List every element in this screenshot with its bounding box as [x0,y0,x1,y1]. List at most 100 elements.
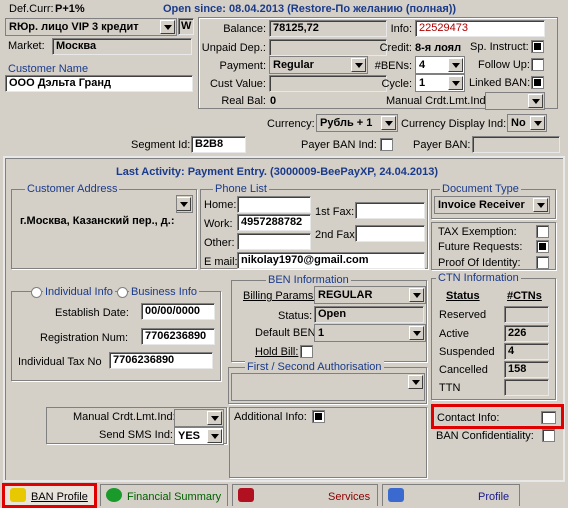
credit-label: Credit: [379,42,412,54]
send-sms-label: Send SMS Ind: [99,429,173,441]
customer-address-title: Customer Address [25,183,120,195]
payment-label: Payment: [219,60,266,72]
authorisation-title: First / Second Authorisation [245,361,384,373]
tab-services[interactable]: Services [232,484,378,506]
additional-info-button[interactable] [312,410,325,423]
default-ben-label: Default BEN [255,327,316,339]
fax2-label: 2nd Fax [315,229,355,241]
customer-name-label: Customer Name [8,63,89,75]
cust-value-label: Cust Value: [209,78,266,90]
ctn-info-title: CTN Information [436,272,521,284]
ctn-status-label: TTN [439,382,461,394]
document-type-title: Document Type [440,183,521,195]
linked-ban-checkbox[interactable] [531,76,544,89]
individual-tax-field[interactable]: 7706236890 [109,352,213,369]
address-dropdown[interactable] [176,195,193,213]
ctn-status-label: Suspended [439,346,495,358]
customer-name-field[interactable]: ООО Дэльта Гранд [5,75,193,92]
billing-params-select[interactable]: REGULAR [314,286,426,304]
real-bal-value: 0 [270,95,277,107]
cycle-label: Cycle: [381,78,412,90]
proof-identity-checkbox[interactable] [536,256,549,269]
other-phone-field[interactable] [237,233,311,250]
payer-ban-ind-label: Payer BAN Ind: [301,139,377,151]
manual-crdt2-select[interactable] [174,409,224,427]
customer-address-field[interactable]: г.Москва, Казанский пер., д.: [17,195,177,263]
money-icon [106,488,122,502]
currency-select[interactable]: Рубль + 1 [316,114,398,132]
info-label: Info: [390,23,412,35]
individual-tax-label: Individual Tax No [18,356,102,368]
def-curr-value: P+1% [55,3,85,15]
account-type-select[interactable]: RЮр. лицо VIP 3 кредит [5,18,177,36]
info-field[interactable]: 22529473 [415,20,545,37]
ban-profile-highlight [2,483,97,508]
ctn-status-header: Status [446,290,480,302]
home-phone-field[interactable] [237,196,311,213]
ctn-status-label: Reserved [439,309,487,321]
home-phone-label: Home: [204,199,237,211]
fax1-field[interactable] [355,202,425,219]
billing-params-label: Billing Params: [243,290,317,302]
ctn-status-label: Cancelled [439,364,488,376]
currency-label: Currency: [267,118,315,130]
payment-select[interactable]: Regular [269,56,368,74]
cycle-select[interactable]: 1 [415,74,465,92]
sp-instruct-label: Sp. Instruct: [470,41,529,53]
manual-crdt-select[interactable] [485,92,545,110]
chevron-down-icon [409,326,424,340]
registration-num-field[interactable]: 7706236890 [141,328,215,345]
segment-field[interactable]: B2B8 [191,136,246,153]
tab-financial-summary[interactable]: Financial Summary [100,484,228,506]
chevron-down-icon [177,197,191,211]
payer-ban-ind-checkbox[interactable] [380,138,393,151]
document-type-select[interactable]: Invoice Receiver [434,196,550,214]
manual-crdt-label: Manual Crdt.Lmt.Ind: [386,95,489,107]
default-ben-select[interactable]: 1 [314,324,426,342]
tax-exemption-checkbox[interactable] [536,225,549,238]
chevron-down-icon [533,198,548,212]
future-requests-checkbox[interactable] [536,240,549,253]
ben-info-title: BEN Information [266,274,351,286]
work-phone-field[interactable]: 4957288782 [237,214,311,231]
market-field[interactable]: Москва [52,38,192,55]
ctn-count-field: 226 [504,325,549,342]
hold-bill-label: Hold Bill: [255,346,299,358]
authorisation-select[interactable] [231,373,425,401]
follow-up-checkbox[interactable] [531,58,544,71]
registration-num-label: Registration Num: [40,332,129,344]
email-label: E mail: [204,256,238,268]
ben-status-field: Open [314,306,424,323]
payer-ban-field[interactable] [472,136,560,153]
ctn-count-field: 4 [504,343,549,360]
chevron-down-icon [408,375,423,389]
sp-instruct-checkbox[interactable] [531,40,544,53]
phone-icon [238,488,254,502]
phone-list-title: Phone List [213,183,269,195]
market-label: Market: [8,40,45,52]
chevron-down-icon [351,58,366,72]
hold-bill-checkbox[interactable] [300,345,313,358]
ban-confidentiality-checkbox[interactable] [542,429,555,442]
tab-profile[interactable]: Profile [382,484,520,506]
follow-up-label: Follow Up: [478,59,530,71]
fax1-label: 1st Fax: [315,206,355,218]
manual-crdt2-label: Manual Crdt.Lmt.Ind: [73,411,176,423]
business-info-radio[interactable] [117,287,128,298]
chevron-down-icon [381,116,396,130]
currency-display-select[interactable]: No [507,114,547,132]
establish-date-field[interactable]: 00/00/0000 [141,303,215,320]
fax2-field[interactable] [355,225,425,242]
ctn-count-field: 158 [504,361,549,378]
linked-ban-label: Linked BAN: [469,77,531,89]
work-phone-label: Work: [204,218,233,230]
chevron-down-icon [448,58,463,72]
individual-info-radio[interactable] [31,287,42,298]
w-button[interactable]: W [178,18,194,35]
chevron-down-icon [409,288,424,302]
chevron-down-icon [207,411,222,425]
email-field[interactable]: nikolay1970@gmail.com [237,252,425,269]
bens-select[interactable]: 4 [415,56,465,74]
ctn-count-header: #CTNs [507,290,542,302]
send-sms-select[interactable]: YES [174,427,224,445]
